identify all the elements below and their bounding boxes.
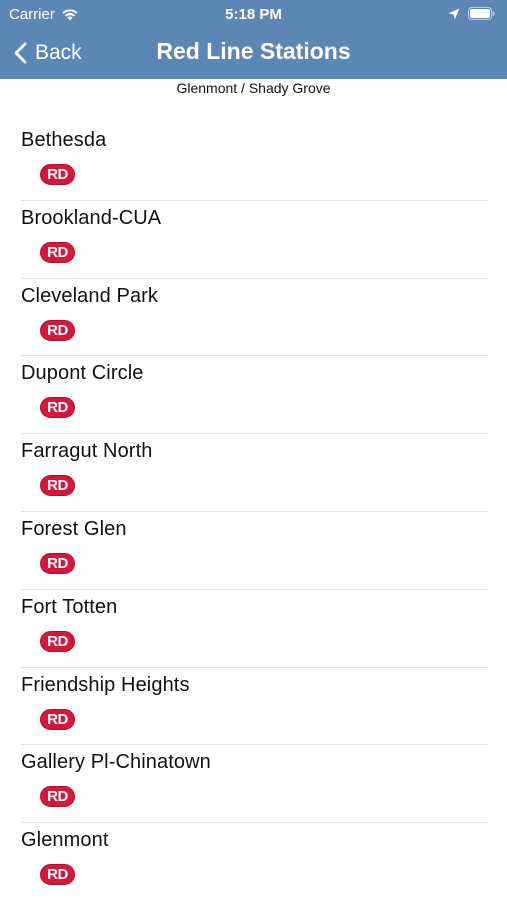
line-terminals-subtitle: Glenmont / Shady Grove [176,80,331,96]
station-row[interactable]: Glenmont RD [0,823,507,901]
station-row[interactable]: Cleveland Park RD [0,279,507,357]
station-name: Friendship Heights [21,673,190,696]
location-arrow-icon [448,8,460,19]
station-name: Dupont Circle [21,362,144,385]
red-line-badge: RD [40,630,75,652]
station-name: Glenmont [21,829,109,852]
station-row[interactable]: Brookland-CUA RD [0,201,507,279]
status-bar: Carrier 5:18 PM [0,0,507,28]
station-row[interactable]: Gallery Pl-Chinatown RD [0,745,507,824]
station-name: Bethesda [21,129,107,151]
battery-icon [468,7,495,20]
red-line-badge: RD [40,319,75,341]
red-line-badge: RD [40,708,75,730]
station-name: Forest Glen [21,517,127,540]
station-name: Farragut North [21,440,153,463]
status-right-icons [448,7,495,20]
station-name: Fort Totten [21,595,118,618]
station-row[interactable]: Bethesda RD [0,123,507,201]
station-row[interactable]: Friendship Heights RD [0,668,507,746]
station-row[interactable]: Dupont Circle RD [0,356,507,435]
red-line-badge: RD [40,552,75,574]
red-line-badge: RD [40,786,75,808]
station-name: Brookland-CUA [21,206,162,229]
status-time: 5:18 PM [225,6,282,23]
red-line-badge: RD [40,864,75,886]
navigation-bar: Back Red Line Stations [0,28,507,79]
station-list: Bethesda RD Brookland-CUA RD Cleveland P… [0,123,507,901]
red-line-badge: RD [40,475,75,497]
page-title: Red Line Stations [156,38,351,64]
station-row[interactable]: Forest Glen RD [0,512,507,590]
red-line-badge: RD [40,397,75,419]
app-header: Carrier 5:18 PM Back Red Line Stations [0,0,507,79]
station-row[interactable]: Fort Totten RD [0,590,507,668]
station-row[interactable]: Farragut North RD [0,434,507,512]
station-name: Gallery Pl-Chinatown [21,751,211,774]
station-name: Cleveland Park [21,284,159,307]
red-line-badge: RD [40,164,75,185]
red-line-badge: RD [40,241,75,263]
